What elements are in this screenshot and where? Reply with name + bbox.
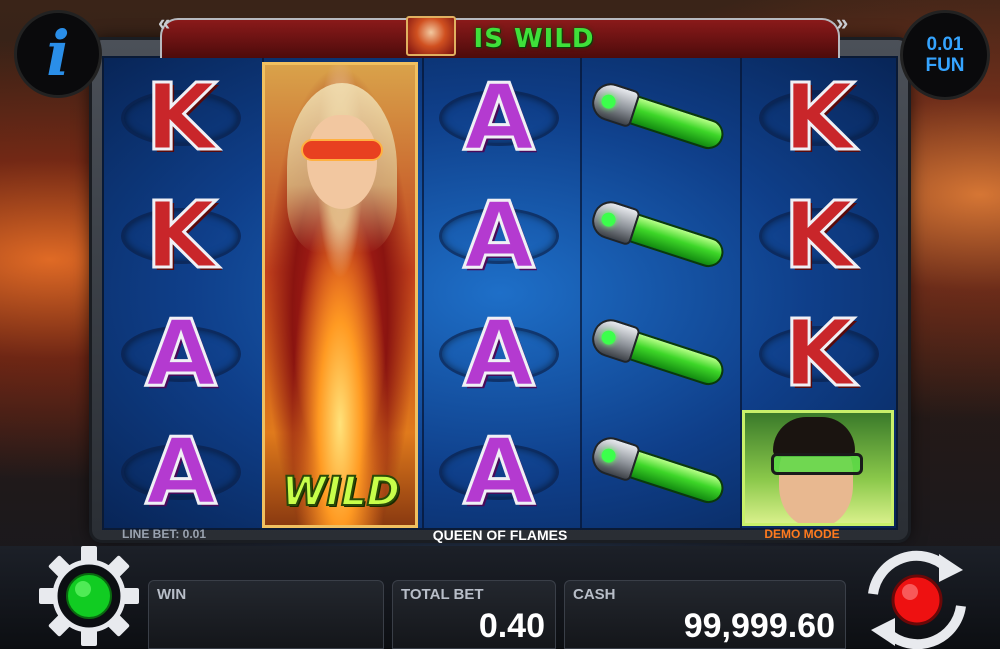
wild-symbol-queen-of-flames: WILD bbox=[262, 62, 418, 528]
cash-value: 99,999.60 bbox=[683, 607, 835, 645]
symbol-a: A bbox=[422, 178, 576, 294]
symbol-k: K bbox=[742, 178, 896, 294]
symbol-a: A bbox=[422, 296, 576, 412]
symbol-a: A bbox=[104, 414, 258, 530]
fun-balance-badge: 0.01 FUN bbox=[900, 10, 990, 100]
chevron-left-icon: « bbox=[158, 10, 171, 35]
vial-symbol-icon bbox=[582, 414, 736, 530]
chevron-right-icon: » bbox=[836, 10, 849, 35]
wild-label: WILD bbox=[281, 468, 401, 516]
info-button[interactable]: i bbox=[14, 10, 102, 98]
cash-label: CASH bbox=[573, 586, 616, 603]
info-icon: i bbox=[46, 17, 70, 90]
fun-label: FUN bbox=[925, 55, 965, 76]
win-panel: WIN bbox=[148, 580, 384, 649]
settings-button[interactable] bbox=[30, 544, 148, 649]
symbol-k: K bbox=[742, 296, 896, 412]
cash-panel: CASH 99,999.60 bbox=[564, 580, 846, 649]
total-bet-value: 0.40 bbox=[478, 607, 545, 645]
symbol-a: A bbox=[422, 60, 576, 176]
win-label: WIN bbox=[157, 586, 187, 603]
gear-icon bbox=[39, 546, 139, 646]
symbol-k: K bbox=[104, 60, 258, 176]
total-bet-label: TOTAL BET bbox=[401, 586, 484, 603]
demo-mode-label: DEMO MODE bbox=[764, 527, 840, 541]
mask-icon bbox=[301, 139, 383, 161]
vial-symbol-icon bbox=[582, 296, 736, 412]
banner-text: IS WILD bbox=[473, 24, 595, 54]
symbol-k: K bbox=[104, 178, 258, 294]
wild-banner: IS WILD bbox=[160, 16, 840, 58]
fun-amount: 0.01 bbox=[926, 34, 964, 55]
line-bet-label: LINE BET: 0.01 bbox=[122, 527, 207, 541]
symbol-k: K bbox=[742, 60, 896, 176]
game-title: QUEEN OF FLAMES bbox=[432, 527, 568, 543]
symbol-a: A bbox=[104, 296, 258, 412]
symbol-a: A bbox=[422, 414, 576, 530]
spin-arrows-icon bbox=[868, 550, 966, 649]
villain-symbol-icon bbox=[742, 410, 894, 526]
glasses-icon bbox=[771, 453, 863, 475]
vial-symbol-icon bbox=[582, 60, 736, 176]
queen-portrait-icon bbox=[405, 16, 456, 56]
spin-button[interactable] bbox=[852, 544, 982, 649]
total-bet-panel[interactable]: TOTAL BET 0.40 bbox=[392, 580, 556, 649]
vial-symbol-icon bbox=[582, 178, 736, 294]
